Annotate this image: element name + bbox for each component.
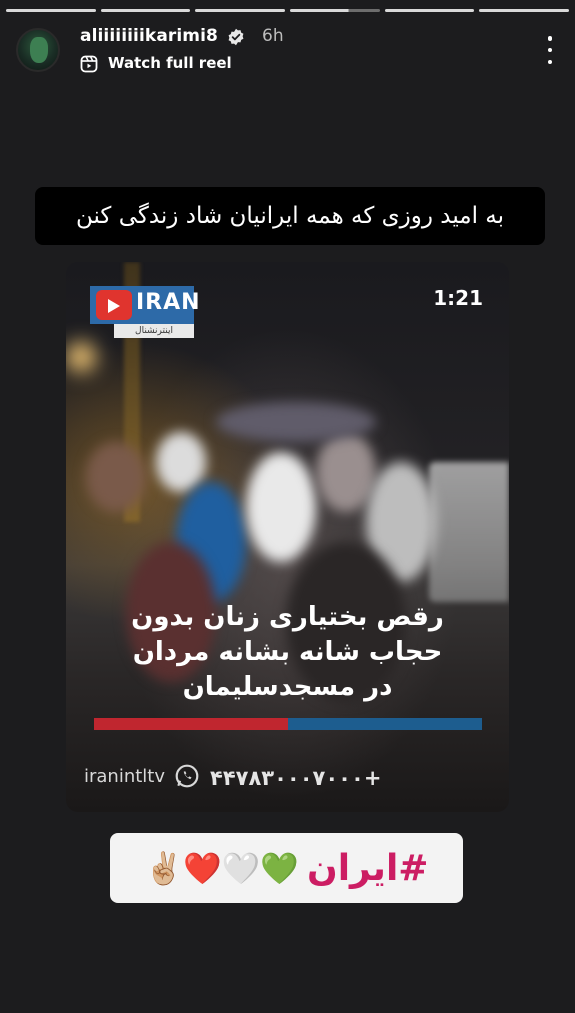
post-time: 6h — [262, 26, 284, 46]
emoji-hearts: 💚🤍❤️✌🏼 — [144, 850, 299, 887]
watch-full-reel-link[interactable]: Watch full reel — [108, 54, 232, 72]
progress-segment — [100, 9, 191, 12]
story-caption: به امید روزی که همه ایرانیان شاد زندگی ک… — [35, 187, 545, 245]
reel-icon — [80, 55, 98, 73]
username[interactable]: aliiiiiiiikarimi8 — [80, 26, 218, 46]
progress-segment — [384, 9, 475, 12]
channel-handle: iranintltv — [84, 766, 166, 787]
hashtag-text: #ایران — [306, 847, 429, 889]
phone-number: +۴۴۷۸۳۰۰۰۷۰۰۰ — [210, 766, 382, 790]
story-progress-bar — [6, 9, 570, 12]
more-options-icon[interactable] — [547, 36, 553, 64]
reel-preview[interactable]: IRAN اینترنشنال 1:21 رقص بختیاری زنان بد… — [66, 262, 509, 812]
avatar[interactable] — [16, 28, 60, 72]
channel-logo: IRAN اینترنشنال — [90, 286, 200, 340]
channel-name: IRAN — [136, 290, 201, 315]
headline-line: حجاب شانه بشانه مردان — [132, 637, 443, 667]
play-icon — [96, 290, 132, 320]
whatsapp-icon — [175, 764, 199, 788]
headline-line: رقص بختیاری زنان بدون — [131, 602, 444, 632]
headline-bar — [94, 718, 482, 730]
progress-segment — [6, 9, 96, 12]
story-header: aliiiiiiiikarimi8 6h Watch full reel — [16, 24, 559, 78]
hashtag-sticker[interactable]: #ایران 💚🤍❤️✌🏼 — [110, 833, 463, 903]
video-duration: 1:21 — [433, 286, 483, 310]
headline-line: در مسجدسلیمان — [182, 672, 393, 702]
video-headline: رقص بختیاری زنان بدون حجاب شانه بشانه مر… — [96, 600, 479, 705]
verified-badge-icon — [228, 28, 244, 46]
progress-segment — [479, 9, 570, 12]
channel-subtitle: اینترنشنال — [114, 324, 194, 338]
progress-segment — [195, 9, 286, 12]
progress-segment-current — [290, 9, 380, 12]
